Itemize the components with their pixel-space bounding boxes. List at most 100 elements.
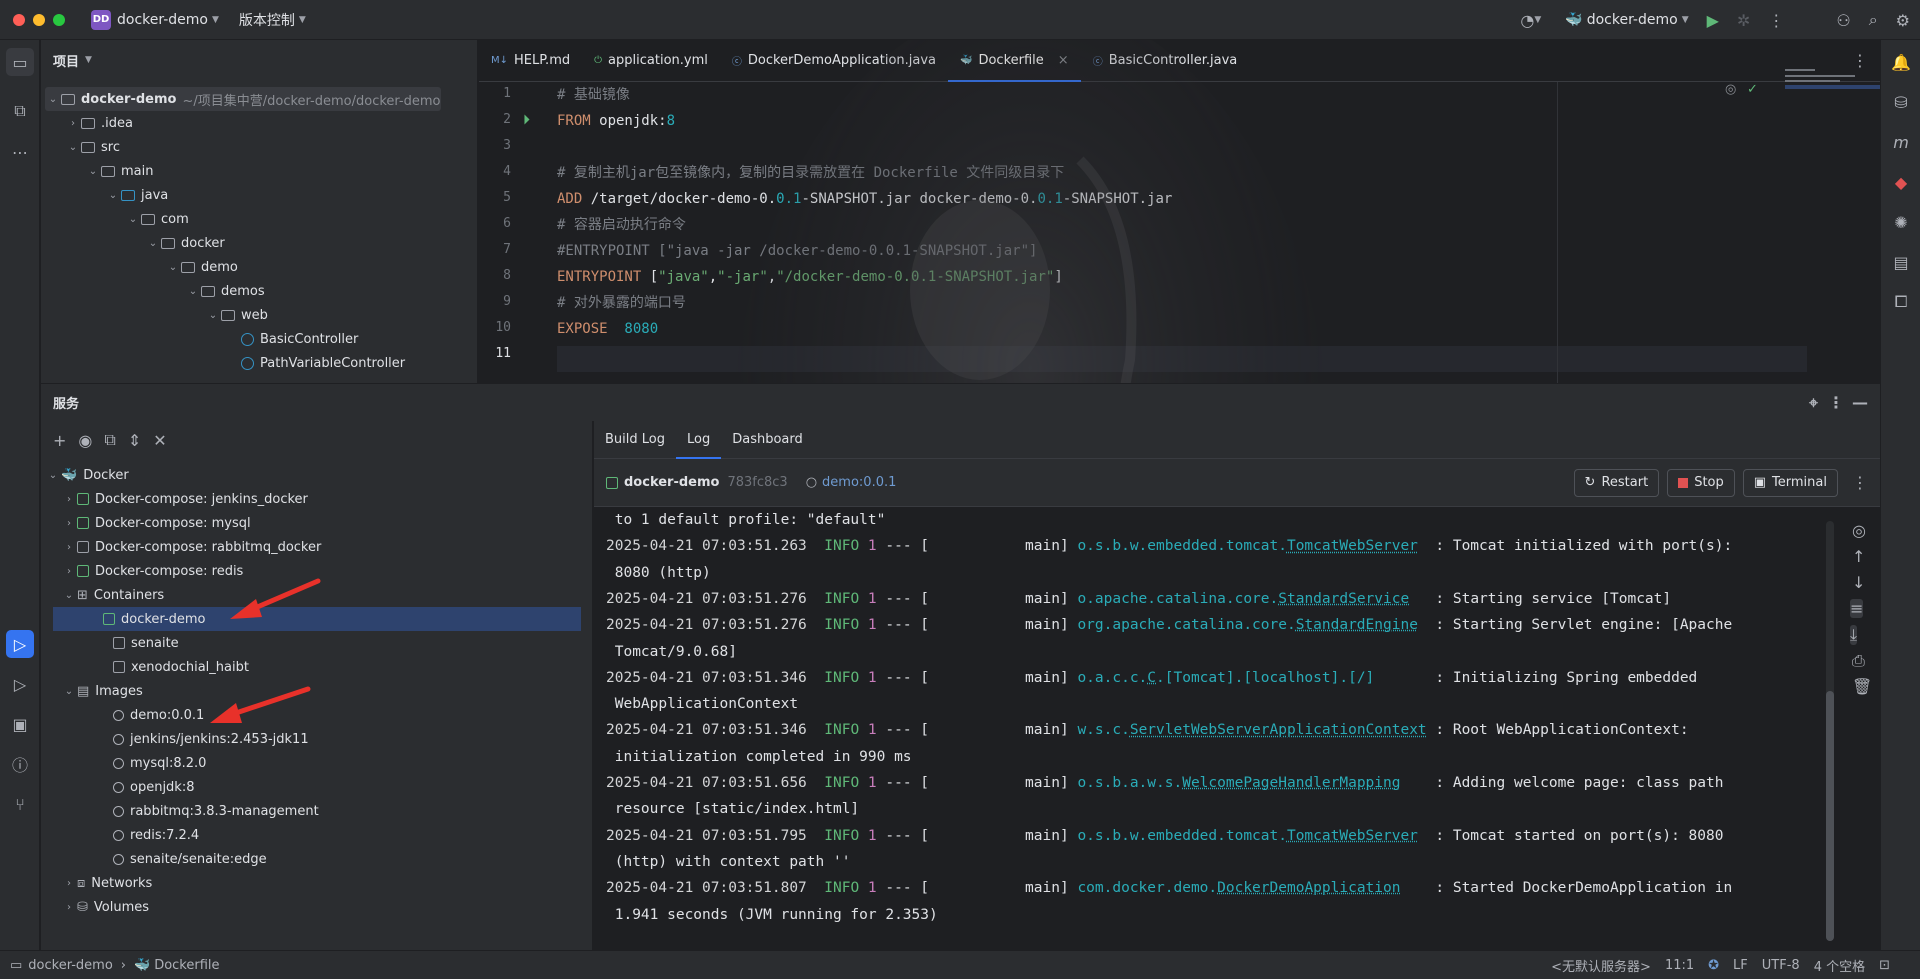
tab-help-md[interactable]: M↓ HELP.md (479, 40, 582, 82)
tab-build-log[interactable]: Build Log (594, 421, 676, 459)
tree-item[interactable]: ⌄ docker (145, 231, 225, 255)
scroll-down-icon[interactable]: ↓ (1852, 573, 1865, 592)
scroll-up-icon[interactable]: ↑ (1852, 547, 1865, 566)
zoom-window-button[interactable] (53, 13, 65, 26)
run-tool-icon[interactable]: ▷ (6, 670, 34, 698)
add-service-icon[interactable]: + (53, 431, 66, 450)
tree-node-docker[interactable]: ⌄ 🐳 Docker (45, 463, 129, 487)
tree-node-images[interactable]: ⌄ ▤ Images (61, 679, 143, 703)
terminal-button[interactable]: ▣ Terminal (1742, 468, 1838, 497)
tree-node-networks[interactable]: › ⧈ Networks (61, 871, 152, 895)
ai-assistant-icon[interactable]: ✺ (1887, 208, 1915, 236)
reader-mode-icon[interactable]: ◎ (1725, 82, 1736, 97)
code-area[interactable]: # 基础镜像 FROM openjdk:8 # 复制主机jar包至镜像内，复制的… (557, 82, 1880, 383)
project-panel-header[interactable]: 项目 ▼ (41, 40, 477, 80)
database-icon[interactable]: ⛁ (1887, 88, 1915, 116)
line-separator[interactable]: LF (1733, 958, 1748, 973)
clear-icon[interactable]: 🗑 (1852, 677, 1872, 696)
tab-dockerfile[interactable]: 🐳 Dockerfile × (948, 40, 1081, 82)
minimap[interactable] (1785, 65, 1880, 125)
file-encoding[interactable]: UTF-8 (1762, 958, 1800, 973)
tree-node-container[interactable]: senaite (113, 631, 179, 655)
more-actions-icon[interactable]: ⋮ (1768, 11, 1784, 30)
tree-node-volumes[interactable]: › ⛁ Volumes (61, 895, 149, 919)
tree-node-image[interactable]: jenkins/jenkins:2.453-jdk11 (113, 727, 309, 751)
tab-application-yml[interactable]: ⏻ application.yml (582, 40, 720, 82)
add-user-icon[interactable]: ⚇ (1836, 11, 1850, 30)
run-icon[interactable]: ▶ (1707, 11, 1719, 30)
tree-node-image[interactable]: senaite/senaite:edge (113, 847, 267, 871)
problems-tool-icon[interactable]: ⓘ (6, 750, 34, 778)
tree-item[interactable]: PathVariableController (241, 351, 405, 375)
tree-item[interactable]: ⌄ com (125, 207, 189, 231)
log-scrollbar-thumb[interactable] (1826, 691, 1834, 941)
tree-node-compose[interactable]: › Docker-compose: rabbitmq_docker (61, 535, 321, 559)
cursor-position[interactable]: 11:1 (1665, 958, 1694, 973)
structure-tool-icon[interactable]: ⧉ (6, 97, 34, 125)
tree-item[interactable]: ⌄ web (205, 303, 268, 327)
search-icon[interactable]: ⌕ (1869, 10, 1878, 30)
log-scrollbar[interactable] (1826, 521, 1834, 941)
log-output[interactable]: to 1 default profile: "default" 2025-04-2… (594, 509, 1834, 949)
lock-icon[interactable]: ⊡ (1879, 958, 1890, 973)
maven-icon[interactable]: m (1887, 128, 1915, 156)
collapse-all-icon[interactable]: ✕ (153, 431, 166, 450)
tree-item[interactable]: ⌄ main (85, 159, 154, 183)
new-group-icon[interactable]: ⧉ (104, 430, 115, 450)
eye-icon[interactable]: ◎ (1852, 521, 1866, 540)
git-tool-icon[interactable]: ⑂ (6, 790, 34, 818)
settings-icon[interactable]: ⚙ (1896, 11, 1910, 30)
tree-node-container-selected[interactable]: docker-demo (53, 607, 581, 631)
endpoints-icon[interactable]: ▤ (1887, 248, 1915, 276)
tree-node-compose[interactable]: › Docker-compose: mysql (61, 511, 251, 535)
tree-node-containers[interactable]: ⌄ ⊞ Containers (61, 583, 164, 607)
tree-node-image[interactable]: demo:0.0.1 (113, 703, 204, 727)
tab-log[interactable]: Log (676, 421, 722, 459)
tab-basic-controller[interactable]: ⓒ BasicController.java (1081, 40, 1250, 82)
tree-item[interactable]: ⌄ src (65, 135, 120, 159)
restart-button[interactable]: ↻ Restart (1573, 468, 1660, 497)
tab-docker-demo-application[interactable]: ⓒ DockerDemoApplication.java (720, 40, 948, 82)
tree-item[interactable]: ⌄ demo (165, 255, 238, 279)
plugin-icon[interactable]: ◆ (1887, 168, 1915, 196)
notifications-icon[interactable]: 🔔 (1887, 48, 1915, 76)
terminal-tool-icon[interactable]: ▣ (6, 710, 34, 738)
vcs-menu[interactable]: 版本控制 ▼ (239, 10, 306, 30)
view-options-icon[interactable]: ◉ (78, 431, 92, 450)
indent-setting[interactable]: 4 个空格 (1814, 956, 1865, 975)
container-image-link[interactable]: demo:0.0.1 (822, 475, 896, 490)
tree-item[interactable]: ⌄ java (105, 183, 168, 207)
target-icon[interactable]: ⌖ (1809, 393, 1818, 413)
tree-node-image[interactable]: mysql:8.2.0 (113, 751, 206, 775)
breadcrumb-project[interactable]: docker-demo (28, 958, 113, 973)
tree-node-container[interactable]: xenodochial_haibt (113, 655, 249, 679)
expand-all-icon[interactable]: ⇕ (128, 431, 141, 450)
build-status-icon[interactable]: ◔ ▼ (1520, 11, 1541, 30)
project-switcher[interactable]: docker-demo ▼ (117, 12, 219, 28)
minimize-icon[interactable]: — (1852, 393, 1868, 412)
tree-node-compose[interactable]: › Docker-compose: jenkins_docker (61, 487, 308, 511)
tree-node-image[interactable]: redis:7.2.4 (113, 823, 199, 847)
tab-dashboard[interactable]: Dashboard (721, 421, 814, 459)
more-options-icon[interactable]: ⋮ (1852, 473, 1868, 492)
services-tool-icon[interactable]: ▷ (6, 630, 34, 658)
run-config-selector[interactable]: 🐳 docker-demo ▼ (1565, 12, 1688, 28)
scroll-to-end-icon[interactable]: ⤓ (1850, 625, 1858, 645)
tree-node-compose[interactable]: › Docker-compose: redis (61, 559, 243, 583)
run-gutter-icon[interactable]: ⏵ (523, 112, 530, 128)
server-indicator[interactable]: <无默认服务器> (1551, 956, 1651, 975)
tree-root[interactable]: ⌄ docker-demo ~/项目集中营/docker-demo/docker… (45, 87, 441, 111)
breadcrumb-file[interactable]: Dockerfile (154, 958, 219, 973)
tree-item[interactable]: BasicController (241, 327, 358, 351)
close-tab-icon[interactable]: × (1058, 53, 1069, 68)
tree-node-image[interactable]: rabbitmq:3.8.3-management (113, 799, 319, 823)
close-window-button[interactable] (13, 13, 25, 26)
tree-item[interactable]: › .idea (65, 111, 133, 135)
tree-node-image[interactable]: openjdk:8 (113, 775, 195, 799)
more-tools-icon[interactable]: ⋯ (6, 138, 34, 166)
assistant-icon[interactable]: ✪ (1708, 958, 1719, 973)
project-tool-icon[interactable]: ▭ (6, 48, 34, 76)
minimize-window-button[interactable] (33, 13, 45, 26)
tree-item[interactable]: ⌄ demos (185, 279, 265, 303)
options-icon[interactable]: ⋮ (1828, 393, 1844, 412)
